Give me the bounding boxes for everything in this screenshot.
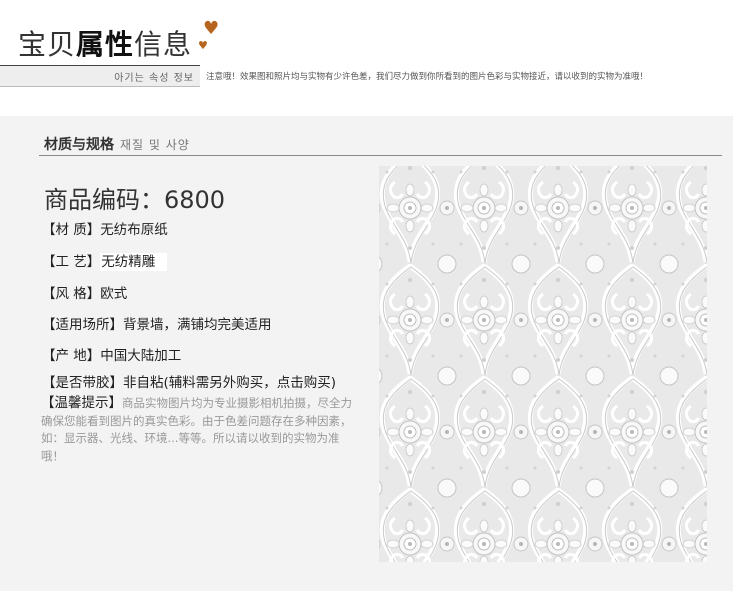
spec-value: 无纺精雕	[100, 253, 168, 271]
damask-pattern-image	[379, 166, 707, 562]
spec-row-craft: 【工 艺】无纺精雕	[42, 250, 168, 271]
spec-row-usage: 【适用场所】背景墙，满铺均完美适用	[42, 313, 272, 333]
heart-icon: ♥	[203, 18, 220, 39]
header-subtitle-bar: 아기는 속성 정보	[0, 66, 200, 86]
wallpaper-sample-image	[379, 166, 707, 562]
section-title: 材质与规格 재질 및 사양	[44, 134, 190, 154]
page-title: 宝贝属性信息	[18, 28, 192, 62]
spec-value: 无纺布原纸	[100, 222, 168, 238]
spec-label: 【材 质】	[42, 222, 101, 238]
header-notice: 注意哦！效果图和照片均与实物有少许色差，我们尽力做到你所看到的图片色彩与实物接近…	[206, 72, 649, 82]
heart-small-icon: ♥	[198, 39, 208, 52]
warm-tip: 【温馨提示】商品实物图片均为专业摄影相机拍摄，尽全力确保您能看到图片的真实色彩。…	[41, 395, 353, 465]
spec-row-adhesive: 【是否带胶】非自粘(辅料需另外购买，点击购买)	[42, 371, 336, 391]
header-divider-bottom	[0, 86, 200, 87]
header-subtitle: 아기는 속성 정보	[114, 73, 194, 84]
spec-label: 【风 格】	[42, 286, 101, 302]
title-part-1: 宝贝	[18, 28, 77, 61]
spec-value: 背景墙，满铺均完美适用	[123, 317, 272, 333]
header: 宝贝属性信息 ♥ ♥ 아기는 속성 정보 注意哦！效果图和照片均与实物有少许色差…	[0, 0, 733, 116]
spec-label: 【产 地】	[42, 348, 101, 364]
spec-row-style: 【风 格】欧式	[42, 282, 127, 302]
title-part-3: 信息	[134, 28, 193, 61]
title-part-2: 属性	[76, 28, 135, 61]
spec-label: 【是否带胶】	[42, 375, 123, 391]
spec-label: 【工 艺】	[42, 254, 101, 270]
spec-row-origin: 【产 地】中国大陆加工	[42, 344, 181, 364]
spec-value: 中国大陆加工	[100, 348, 182, 364]
product-code: 商品编码：6800	[44, 186, 226, 214]
spec-label: 【适用场所】	[42, 317, 123, 333]
spec-value: 非自粘(辅料需另外购买，点击购买)	[123, 375, 337, 391]
section-title-text: 材质与规格	[44, 137, 114, 153]
tip-label: 【温馨提示】	[41, 395, 122, 411]
spec-row-material: 【材 质】无纺布原纸	[42, 218, 168, 238]
section-divider	[39, 155, 722, 156]
spec-value: 欧式	[100, 286, 128, 302]
section-subtitle: 재질 및 사양	[120, 138, 190, 152]
